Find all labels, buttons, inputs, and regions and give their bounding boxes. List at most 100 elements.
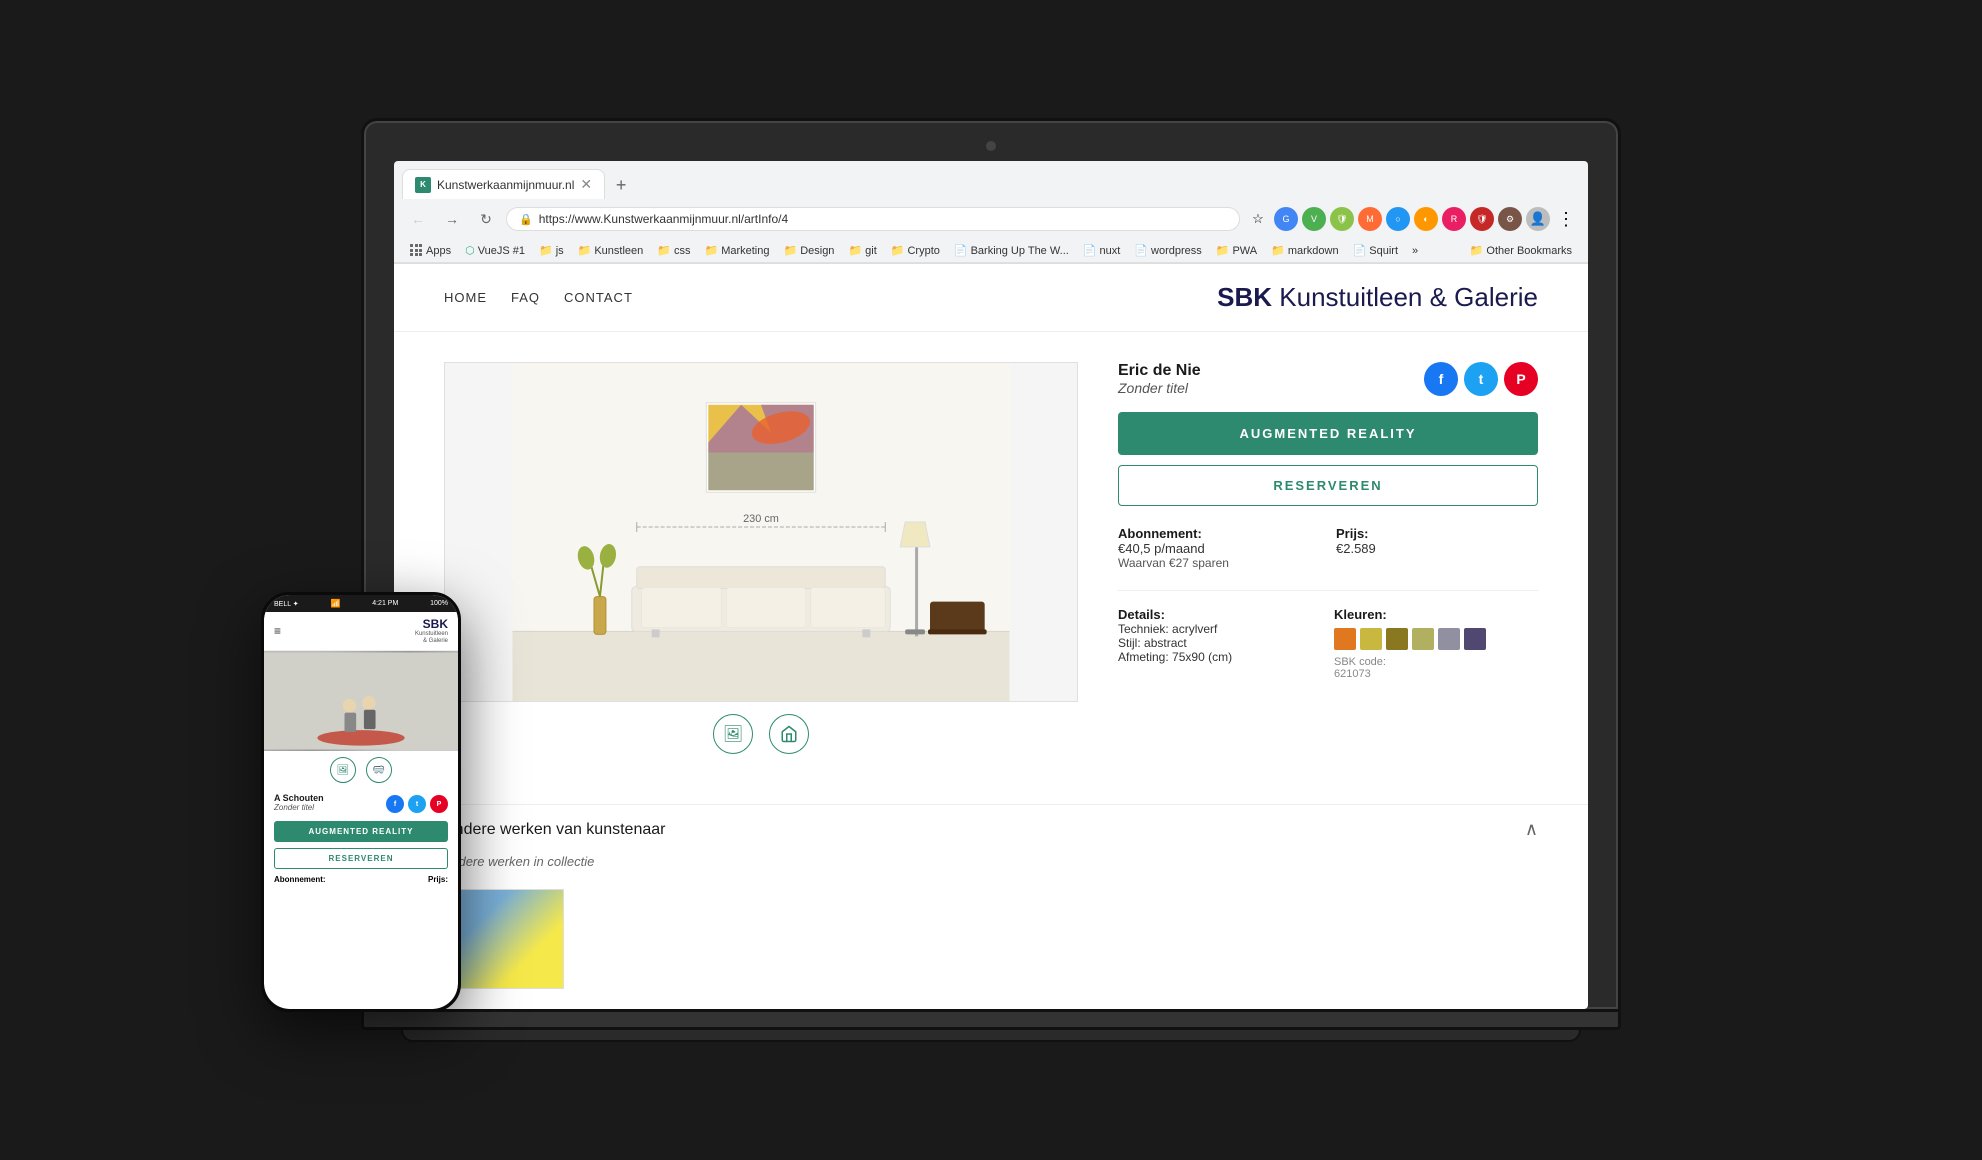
- bookmark-apps[interactable]: Apps: [404, 242, 457, 259]
- nav-home[interactable]: HOME: [444, 290, 487, 305]
- bookmark-design-label: Design: [800, 245, 834, 257]
- accordion-header[interactable]: Andere werken van kunstenaar ∧: [394, 805, 1588, 854]
- bookmark-marketing[interactable]: 📁 Marketing: [698, 242, 775, 259]
- phone-subscription-label: Abonnement:: [274, 875, 326, 884]
- url-text: https://www.Kunstwerkaanmijnmuur.nl/artI…: [539, 212, 788, 226]
- bookmarks-bar: Apps ⬡ VueJS #1 📁 js 📁 Kunstleen: [394, 239, 1588, 263]
- details-grid: Details: Techniek: acrylverf Stijl: abst…: [1118, 607, 1538, 680]
- folder-icon-marketing: 📁: [704, 244, 718, 257]
- bookmark-vuejs[interactable]: ⬡ VueJS #1: [459, 242, 531, 259]
- refresh-button[interactable]: ↻: [472, 205, 500, 233]
- phone-twitter-icon[interactable]: t: [408, 795, 426, 813]
- ext-icon-5[interactable]: ○: [1386, 207, 1410, 231]
- folder-icon-kunstleen: 📁: [578, 244, 592, 257]
- laptop-camera: [986, 141, 996, 151]
- site-logo: SBK Kunstuitleen & Galerie: [1217, 282, 1538, 313]
- browser-tabs-bar: K Kunstwerkaanmijnmuur.nl ✕ +: [394, 161, 1588, 199]
- room-illustration: 230 cm: [445, 363, 1077, 701]
- page-icon-wordpress: 📄: [1134, 244, 1148, 257]
- bookmark-kunstleen-label: Kunstleen: [594, 245, 643, 257]
- more-bookmarks-icon: »: [1412, 245, 1418, 257]
- folder-icon-js: 📁: [539, 244, 553, 257]
- reserve-button[interactable]: RESERVEREN: [1118, 465, 1538, 506]
- color-swatch-6: [1464, 628, 1486, 650]
- accordion-content: [394, 879, 1588, 1009]
- gallery-view-button[interactable]: 🖼: [713, 714, 753, 754]
- phone-facebook-icon[interactable]: f: [386, 795, 404, 813]
- star-icon[interactable]: ☆: [1246, 207, 1270, 231]
- bookmark-kunstleen[interactable]: 📁 Kunstleen: [572, 242, 650, 259]
- accordion-other-works: Andere werken van kunstenaar ∧ andere we…: [394, 804, 1588, 1009]
- other-work-thumbnail[interactable]: [444, 889, 564, 989]
- bookmark-git[interactable]: 📁 git: [842, 242, 882, 259]
- ext-icon-6[interactable]: ◐: [1414, 207, 1438, 231]
- phone-ar-button[interactable]: AUGMENTED REALITY: [274, 821, 448, 842]
- details-label: Details:: [1118, 607, 1322, 622]
- back-button[interactable]: ←: [404, 205, 432, 233]
- laptop-screen: K Kunstwerkaanmijnmuur.nl ✕ + ← → ↻ 🔒: [394, 161, 1588, 1009]
- ext-icon-9[interactable]: ⚙: [1498, 207, 1522, 231]
- bookmark-squirt[interactable]: 📄 Squirt: [1347, 242, 1404, 259]
- more-button[interactable]: ⋮: [1554, 207, 1578, 231]
- forward-button[interactable]: →: [438, 205, 466, 233]
- new-tab-button[interactable]: +: [607, 171, 635, 199]
- phone-artist-name: A Schouten: [274, 793, 324, 803]
- page-icon-nuxt: 📄: [1083, 244, 1097, 257]
- color-swatch-1: [1334, 628, 1356, 650]
- color-swatch-2: [1360, 628, 1382, 650]
- technique-value: acrylverf: [1172, 622, 1217, 636]
- ext-icon-4[interactable]: M: [1358, 207, 1382, 231]
- bookmark-git-label: git: [865, 245, 877, 257]
- address-bar[interactable]: 🔒 https://www.Kunstwerkaanmijnmuur.nl/ar…: [506, 207, 1240, 231]
- bookmark-other[interactable]: 📁 Other Bookmarks: [1464, 242, 1578, 259]
- facebook-share-button[interactable]: f: [1424, 362, 1458, 396]
- phone-pinterest-icon[interactable]: P: [430, 795, 448, 813]
- bookmark-nuxt[interactable]: 📄 nuxt: [1077, 242, 1127, 259]
- website-content: HOME FAQ CONTACT SBK Kunstuitleen & Gale…: [394, 264, 1588, 1009]
- bookmark-js[interactable]: 📁 js: [533, 242, 570, 259]
- bookmark-more[interactable]: »: [1406, 243, 1424, 259]
- laptop-device: K Kunstwerkaanmijnmuur.nl ✕ + ← → ↻ 🔒: [361, 118, 1621, 1042]
- ext-icon-7[interactable]: R: [1442, 207, 1466, 231]
- tab-close-button[interactable]: ✕: [580, 176, 592, 193]
- nav-faq[interactable]: FAQ: [511, 290, 540, 305]
- color-swatch-5: [1438, 628, 1460, 650]
- phone-menu-icon[interactable]: ≡: [274, 624, 281, 638]
- details-block: Details: Techniek: acrylverf Stijl: abst…: [1118, 607, 1322, 680]
- bookmark-pwa[interactable]: 📁 PWA: [1210, 242, 1263, 259]
- nav-contact[interactable]: CONTACT: [564, 290, 633, 305]
- phone-image-controls: 🖼 🥽: [264, 751, 458, 789]
- ar-view-button[interactable]: [769, 714, 809, 754]
- site-navigation: HOME FAQ CONTACT: [444, 290, 633, 305]
- phone-reserve-button[interactable]: RESERVEREN: [274, 848, 448, 869]
- bookmark-crypto[interactable]: 📁 Crypto: [885, 242, 946, 259]
- ext-icon-8[interactable]: 🛡: [1470, 207, 1494, 231]
- phone-time: 4:21 PM: [372, 600, 398, 607]
- bookmark-pwa-label: PWA: [1232, 245, 1257, 257]
- bookmark-wordpress[interactable]: 📄 wordpress: [1128, 242, 1207, 259]
- social-icons: f t P: [1424, 362, 1538, 396]
- augmented-reality-button[interactable]: AUGMENTED REALITY: [1118, 412, 1538, 455]
- bookmark-markdown[interactable]: 📁 markdown: [1265, 242, 1344, 259]
- browser-tab-active[interactable]: K Kunstwerkaanmijnmuur.nl ✕: [402, 169, 605, 199]
- bookmark-css[interactable]: 📁 css: [651, 242, 696, 259]
- twitter-share-button[interactable]: t: [1464, 362, 1498, 396]
- bookmark-design[interactable]: 📁 Design: [777, 242, 840, 259]
- page-icon-barking: 📄: [954, 244, 968, 257]
- image-controls: 🖼: [444, 714, 1078, 754]
- profile-icon[interactable]: 👤: [1526, 207, 1550, 231]
- ext-icon-3[interactable]: 🛡: [1330, 207, 1354, 231]
- subscription-sub: Waarvan €27 sparen: [1118, 556, 1320, 570]
- ext-icon-1[interactable]: G: [1274, 207, 1298, 231]
- ext-icon-2[interactable]: V: [1302, 207, 1326, 231]
- colors-block: Kleuren:: [1334, 607, 1538, 680]
- pricing-grid: Abonnement: €40,5 p/maand Waarvan €27 sp…: [1118, 526, 1538, 591]
- phone-ar-btn[interactable]: 🥽: [366, 757, 392, 783]
- artwork-image-container: 230 cm: [444, 362, 1078, 702]
- phone-gallery-btn[interactable]: 🖼: [330, 757, 356, 783]
- bookmark-crypto-label: Crypto: [907, 245, 939, 257]
- subscription-value: €40,5 p/maand: [1118, 541, 1320, 556]
- pinterest-share-button[interactable]: P: [1504, 362, 1538, 396]
- bookmark-barking[interactable]: 📄 Barking Up The W...: [948, 242, 1075, 259]
- size-row: Afmeting: 75x90 (cm): [1118, 650, 1322, 664]
